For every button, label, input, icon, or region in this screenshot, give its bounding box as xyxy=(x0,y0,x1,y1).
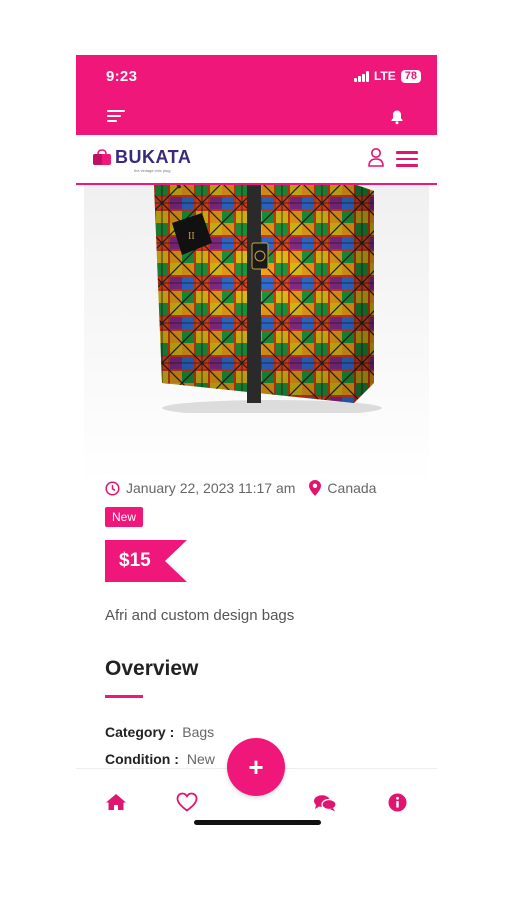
status-time: 9:23 xyxy=(106,68,138,85)
heart-icon[interactable] xyxy=(176,792,198,812)
user-icon[interactable] xyxy=(367,147,385,167)
home-icon[interactable] xyxy=(105,793,127,811)
bell-icon[interactable] xyxy=(389,109,405,125)
detail-row-category: Category : Bags xyxy=(105,724,214,740)
overview-underline xyxy=(105,695,143,698)
location-pin-icon xyxy=(309,480,322,496)
add-listing-button[interactable]: + xyxy=(227,738,285,796)
home-indicator xyxy=(194,820,321,825)
logo[interactable]: BUKATA xyxy=(92,147,191,168)
clock-icon xyxy=(105,480,120,496)
price-tag: $15 xyxy=(105,540,187,582)
logo-tagline: the vintage chic plug xyxy=(134,168,171,173)
condition-badge: New xyxy=(105,507,144,527)
detail-value: Bags xyxy=(182,724,215,740)
battery-icon: 78 xyxy=(400,69,421,83)
svg-text:II: II xyxy=(188,231,195,242)
listing-date: January 22, 2023 11:17 am xyxy=(126,480,296,496)
hamburger-icon[interactable] xyxy=(396,151,418,167)
detail-label: Category : xyxy=(105,724,175,740)
app-top-bar: 9:23 LTE 78 xyxy=(76,55,437,135)
chat-icon[interactable] xyxy=(313,794,337,812)
location-label: Canada xyxy=(327,480,377,496)
listing-title: Afri and custom design bags xyxy=(105,607,295,624)
price-value: $15 xyxy=(119,550,151,571)
status-indicators: LTE 78 xyxy=(354,69,421,83)
listing-meta: January 22, 2023 11:17 am Canada xyxy=(105,480,376,496)
shopping-bag-icon xyxy=(93,149,111,165)
network-label: LTE xyxy=(373,69,396,83)
site-header: BUKATA the vintage chic plug xyxy=(76,135,437,185)
info-icon[interactable] xyxy=(388,793,407,812)
logo-text: BUKATA xyxy=(115,147,192,167)
listing-location: Canada xyxy=(309,480,376,496)
detail-label: Condition : xyxy=(105,751,179,767)
overview-heading: Overview xyxy=(105,657,199,680)
phone-screen: 9:23 LTE 78 BUKATA the vintage chic plug xyxy=(76,55,437,828)
product-image[interactable]: II xyxy=(142,185,392,413)
listing-content: II January 22, 2023 11:17 am Canada New xyxy=(84,185,429,768)
menu-icon[interactable] xyxy=(107,110,125,124)
detail-row-condition: Condition : New xyxy=(105,751,215,767)
signal-icon xyxy=(354,70,369,82)
detail-value: New xyxy=(186,751,215,767)
